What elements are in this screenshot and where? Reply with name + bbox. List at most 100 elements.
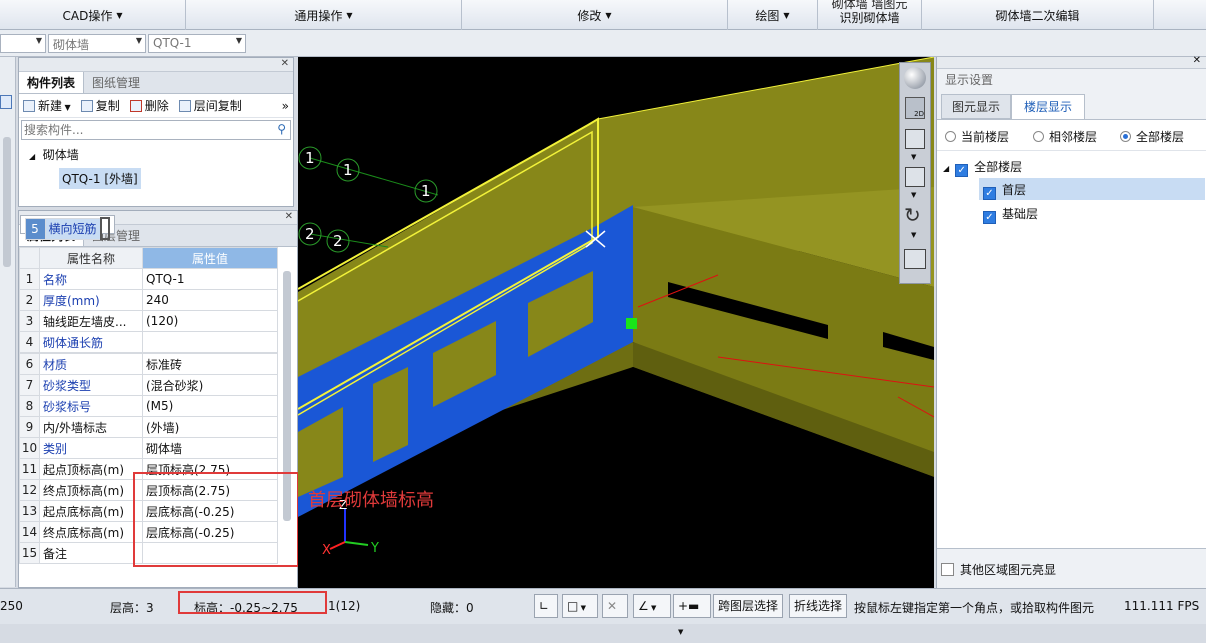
tree-root-label: 全部楼层 bbox=[974, 160, 1023, 174]
other-area-highlight-checkbox[interactable]: 其他区域图元亮显 bbox=[941, 561, 1056, 578]
radio-icon bbox=[1033, 131, 1044, 142]
property-name: 内/外墙标志 bbox=[39, 416, 143, 438]
table-row-selected[interactable]: 5 横向短筋 bbox=[19, 215, 115, 240]
property-value[interactable]: QTQ-1 bbox=[142, 268, 278, 290]
cross-floor-select-button[interactable]: 跨图层选择 bbox=[713, 594, 784, 618]
component-toolbar: 新建 ▼ 复制 删除 层间复制 » bbox=[19, 94, 293, 118]
checkbox-unchecked-icon[interactable] bbox=[941, 563, 954, 576]
expand-triangle-icon[interactable]: ◢ bbox=[943, 164, 949, 173]
row-index: 8 bbox=[19, 395, 40, 417]
snap-mode-button[interactable]: □ ▼ bbox=[562, 594, 598, 618]
tab-element-display[interactable]: 图元显示 bbox=[941, 94, 1012, 119]
property-value[interactable]: 240 bbox=[142, 289, 278, 311]
search-placeholder: 搜索构件... bbox=[24, 123, 84, 137]
3d-viewport[interactable]: 1 1 1 2 2 Z X Y 首层砌体墙标高 bbox=[298, 57, 934, 588]
search-icon[interactable]: ⚲ bbox=[277, 120, 286, 138]
row-index: 10 bbox=[19, 437, 40, 459]
offset-button[interactable]: +▬ ▼ bbox=[673, 594, 711, 636]
table-row[interactable]: 8 砂浆标号 (M5) bbox=[19, 395, 278, 417]
component-search-input[interactable]: 搜索构件... ⚲ bbox=[21, 120, 291, 140]
radio-icon bbox=[945, 131, 956, 142]
top-view-icon[interactable] bbox=[905, 129, 925, 149]
property-value[interactable]: (120) bbox=[142, 310, 278, 332]
table-row[interactable]: 2 厚度(mm) 240 bbox=[19, 289, 278, 311]
angle-icon: ∠ bbox=[638, 599, 649, 613]
ortho-button[interactable]: ∟ bbox=[534, 594, 558, 618]
table-row[interactable]: 1 名称 QTQ-1 bbox=[19, 268, 278, 290]
ribbon-identify-wall[interactable]: 砌体墙 墙图元 识别砌体墙 bbox=[818, 0, 922, 30]
checkbox-checked-icon[interactable]: ✓ bbox=[955, 164, 969, 177]
checkbox-checked-icon[interactable]: ✓ bbox=[983, 187, 996, 200]
floor-copy-button[interactable]: 层间复制 bbox=[178, 97, 242, 114]
grid-label: 2 bbox=[305, 225, 315, 243]
scrollbar-thumb[interactable] bbox=[3, 137, 11, 267]
copy-button[interactable]: 复制 bbox=[80, 97, 120, 114]
checkbox-label: 其他区域图元亮显 bbox=[960, 563, 1057, 577]
floor-select[interactable]: ▼ bbox=[0, 34, 46, 53]
radio-all-floors[interactable]: 全部楼层 bbox=[1120, 128, 1184, 145]
tree-item-first-floor[interactable]: ✓ 首层 bbox=[979, 178, 1205, 200]
dock-icon[interactable] bbox=[0, 95, 12, 109]
ribbon-draw[interactable]: 绘图 ▼ bbox=[728, 0, 818, 30]
chevron-down-icon[interactable]: ▼ bbox=[911, 191, 916, 199]
tab-floor-display[interactable]: 楼层显示 bbox=[1011, 94, 1086, 119]
tree-item-qtq1[interactable]: QTQ-1 [外墙] bbox=[59, 168, 141, 189]
property-value[interactable]: (混合砂浆) bbox=[142, 374, 278, 396]
cross-snap-button[interactable]: ✕ bbox=[602, 594, 628, 618]
table-row[interactable]: 10 类别 砌体墙 bbox=[19, 437, 278, 459]
ortho-icon: ∟ bbox=[539, 599, 550, 613]
more-button[interactable]: » bbox=[282, 99, 289, 113]
close-icon[interactable]: ✕ bbox=[285, 211, 293, 222]
expand-triangle-icon[interactable]: ◢ bbox=[29, 152, 35, 161]
divider bbox=[937, 150, 1206, 151]
table-row[interactable]: 6 材质 标准砖 bbox=[19, 353, 278, 375]
polyline-select-button[interactable]: 折线选择 bbox=[789, 594, 848, 618]
display-settings-panel: ✕ 显示设置 图元显示 楼层显示 当前楼层 相邻楼层 全部楼层 ◢ ✓ 全部楼层 ✓… bbox=[936, 55, 1206, 588]
table-row[interactable]: 4 砌体通长筋 bbox=[19, 331, 278, 353]
property-name: 轴线距左墙皮... bbox=[39, 310, 143, 332]
tree-group-masonry-wall[interactable]: ◢ 砌体墙 bbox=[29, 146, 79, 163]
category-select[interactable]: 砌体墙 ▼ bbox=[48, 34, 146, 53]
close-icon[interactable]: ✕ bbox=[1193, 55, 1201, 66]
property-value-editor[interactable] bbox=[99, 217, 110, 240]
delete-button[interactable]: 删除 bbox=[129, 97, 169, 114]
radio-current-floor[interactable]: 当前楼层 bbox=[945, 128, 1009, 145]
property-name: 终点底标高(m) bbox=[39, 521, 143, 543]
ribbon-wall-secondary-edit[interactable]: 砌体墙二次编辑 bbox=[922, 0, 1154, 30]
ribbon-common-ops[interactable]: 通用操作 ▼ bbox=[186, 0, 462, 30]
property-value[interactable]: (外墙) bbox=[142, 416, 278, 438]
y-axis-label: Y bbox=[370, 541, 379, 556]
radio-label: 全部楼层 bbox=[1136, 130, 1185, 144]
row-index: 3 bbox=[19, 310, 40, 332]
ribbon-modify[interactable]: 修改 ▼ bbox=[462, 0, 728, 30]
property-value[interactable] bbox=[142, 331, 278, 353]
3d-scene[interactable]: 1 1 1 2 2 Z X Y 首层砌体墙标高 bbox=[298, 57, 934, 588]
ribbon-cad-ops[interactable]: CAD操作 ▼ bbox=[0, 0, 186, 30]
orbit-icon[interactable] bbox=[904, 67, 926, 89]
view-navigation-tools: 2D ▼ ▼ ↻ ▼ bbox=[899, 62, 931, 284]
chevron-down-icon[interactable]: ▼ bbox=[911, 231, 916, 239]
chevron-down-icon[interactable]: ▼ bbox=[911, 153, 916, 161]
rotate-icon[interactable]: ↻ bbox=[904, 203, 921, 227]
component-select[interactable]: QTQ-1 ▼ bbox=[148, 34, 246, 53]
radio-adjacent-floor[interactable]: 相邻楼层 bbox=[1033, 128, 1097, 145]
tab-drawing-management[interactable]: 图纸管理 bbox=[84, 72, 148, 93]
property-value[interactable]: (M5) bbox=[142, 395, 278, 417]
table-row[interactable]: 7 砂浆类型 (混合砂浆) bbox=[19, 374, 278, 396]
table-row[interactable]: 9 内/外墙标志 (外墙) bbox=[19, 416, 278, 438]
property-value[interactable]: 砌体墙 bbox=[142, 437, 278, 459]
2d-view-icon[interactable]: 2D bbox=[905, 97, 925, 119]
close-icon[interactable]: ✕ bbox=[281, 58, 289, 69]
iso-view-icon[interactable] bbox=[905, 167, 925, 187]
tree-root-all-floors[interactable]: ◢ ✓ 全部楼层 bbox=[943, 158, 1022, 177]
layout-icon[interactable] bbox=[904, 249, 926, 269]
new-button[interactable]: 新建 ▼ bbox=[23, 97, 71, 114]
property-value[interactable]: 标准砖 bbox=[142, 353, 278, 375]
checkbox-checked-icon[interactable]: ✓ bbox=[983, 211, 996, 224]
chevron-down-icon: ▼ bbox=[35, 36, 42, 45]
row-index: 5 bbox=[24, 217, 46, 240]
angle-button[interactable]: ∠ ▼ bbox=[633, 594, 671, 618]
tree-item-foundation-floor[interactable]: ✓ 基础层 bbox=[983, 205, 1038, 224]
tab-component-list[interactable]: 构件列表 bbox=[19, 72, 85, 93]
table-row[interactable]: 3 轴线距左墙皮... (120) bbox=[19, 310, 278, 332]
